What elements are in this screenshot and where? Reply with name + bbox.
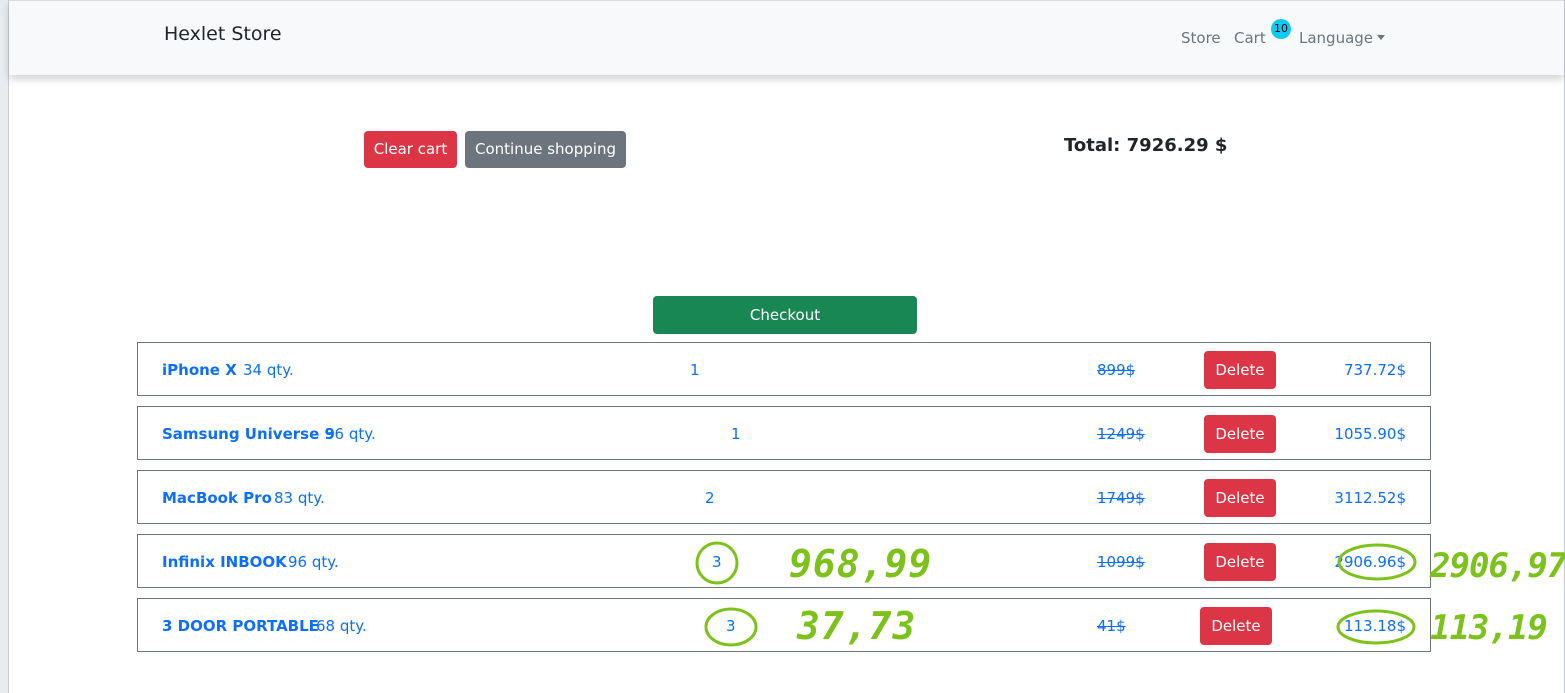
annotation-row5-total: 113,19 xyxy=(1430,608,1547,648)
annotation-circle xyxy=(704,607,758,647)
annotation-circle xyxy=(1336,609,1416,645)
handwritten-annotations: 968,99 2906,97 37,73 113,19 xyxy=(695,541,1565,648)
annotation-circle xyxy=(1337,543,1417,581)
annotation-row4-unit: 968,99 xyxy=(789,542,932,586)
annotation-row5-unit: 37,73 xyxy=(796,604,916,648)
annotation-row4-total: 2906,97 xyxy=(1429,546,1565,586)
annotation-circle xyxy=(695,541,739,585)
